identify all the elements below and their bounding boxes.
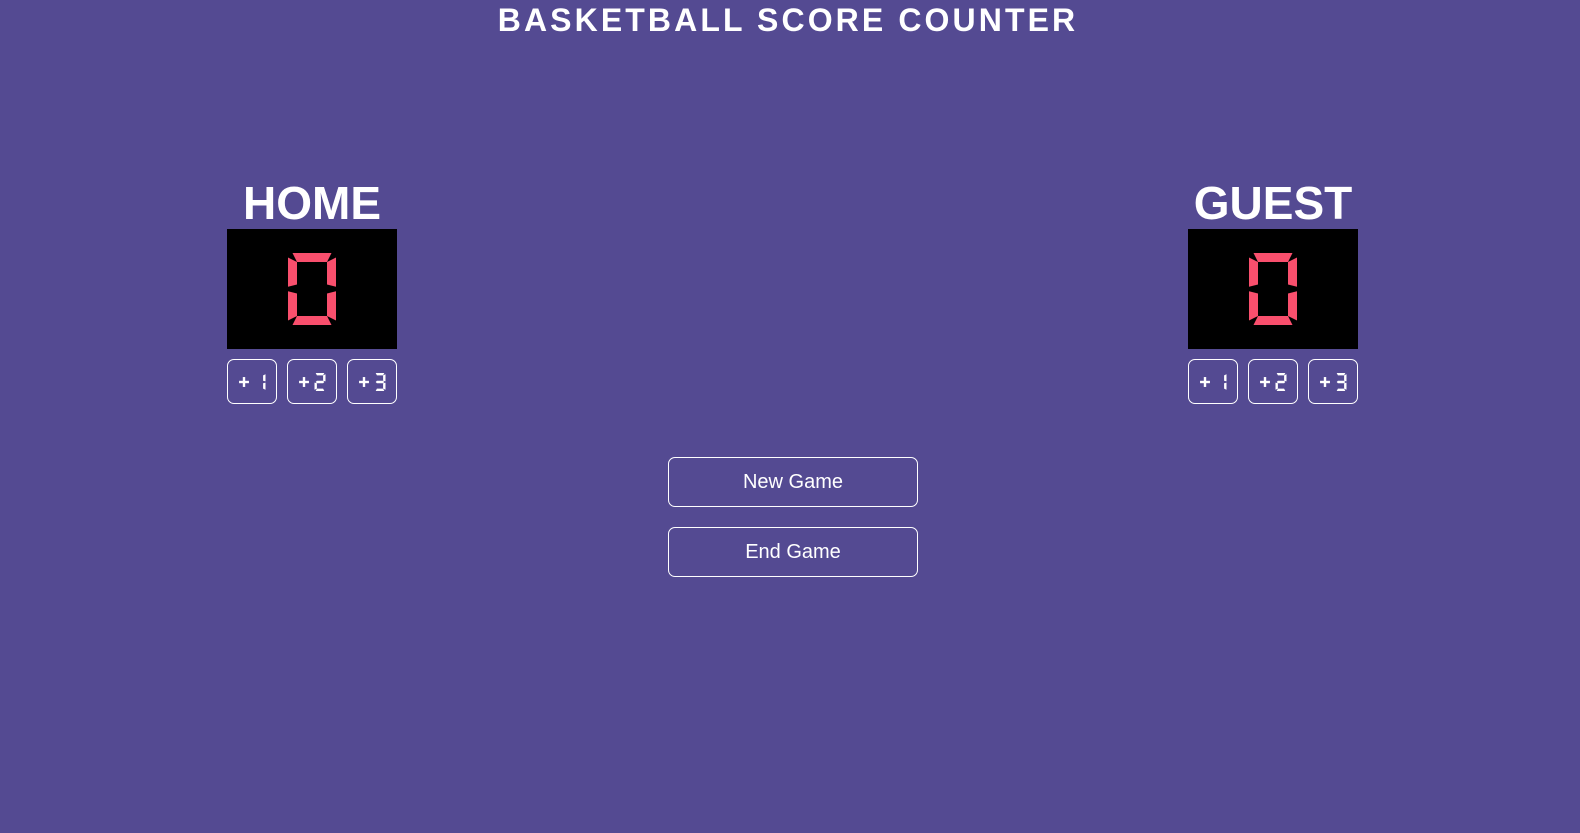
guest-add-1-button[interactable]	[1188, 359, 1238, 404]
home-add-1-label	[239, 373, 266, 390]
home-points-buttons	[227, 359, 397, 404]
home-team-panel: HOME	[227, 178, 397, 404]
guest-add-2-label	[1260, 372, 1287, 391]
home-score-display	[227, 229, 397, 349]
home-score-digits	[288, 253, 336, 325]
guest-add-3-button[interactable]	[1308, 359, 1358, 404]
home-add-2-label	[299, 372, 326, 391]
home-add-2-button[interactable]	[287, 359, 337, 404]
guest-score-digits	[1249, 253, 1297, 325]
home-add-3-label	[359, 372, 386, 391]
guest-points-buttons	[1188, 359, 1358, 404]
page-title: BASKETBALL SCORE COUNTER	[497, 2, 1079, 38]
home-add-3-button[interactable]	[347, 359, 397, 404]
guest-team-name: GUEST	[1193, 177, 1353, 229]
new-game-button[interactable]: New Game	[668, 457, 918, 507]
home-add-1-button[interactable]	[227, 359, 277, 404]
guest-add-1-label	[1200, 373, 1227, 390]
end-game-button[interactable]: End Game	[668, 527, 918, 577]
guest-add-3-label	[1320, 372, 1347, 391]
guest-score-display	[1188, 229, 1358, 349]
guest-team-panel: GUEST	[1188, 178, 1358, 404]
home-team-name: HOME	[243, 177, 381, 229]
guest-add-2-button[interactable]	[1248, 359, 1298, 404]
